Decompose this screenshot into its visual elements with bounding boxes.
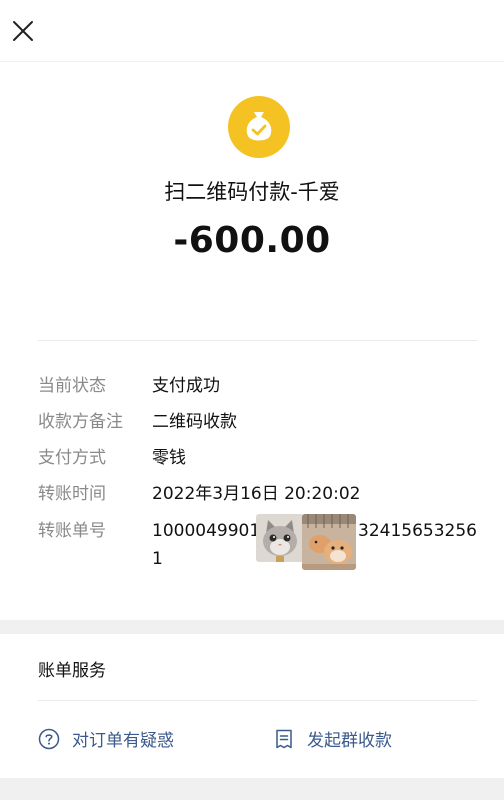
order-number-suffix: 32415653256 [358, 521, 477, 541]
detail-value: 零钱 [152, 448, 186, 468]
dispute-order-link[interactable]: 对订单有疑惑 [38, 726, 174, 751]
detail-label: 当前状态 [38, 376, 106, 396]
divider [38, 340, 478, 341]
detail-row-status: 当前状态 支付成功 [38, 373, 478, 399]
detail-label: 收款方备注 [38, 412, 123, 432]
dispute-order-label: 对订单有疑惑 [72, 731, 174, 751]
payment-amount: -600.00 [173, 220, 331, 261]
group-collection-label: 发起群收款 [307, 731, 392, 751]
money-bag-check-icon [228, 96, 290, 158]
section-separator [0, 778, 504, 800]
section-separator [0, 620, 504, 634]
detail-label: 转账单号 [38, 521, 106, 541]
close-icon [13, 21, 33, 41]
detail-row-order: 转账单号 1000049901 32415653256 1 [38, 514, 478, 578]
detail-value: 二维码收款 [152, 412, 237, 432]
top-bar [0, 0, 504, 62]
detail-row-time: 转账时间 2022年3月16日 20:20:02 [38, 481, 478, 507]
hamster-sticker [302, 514, 356, 570]
detail-row-method: 支付方式 零钱 [38, 445, 478, 471]
cat-sticker [256, 514, 304, 562]
detail-value: 支付成功 [152, 376, 220, 396]
divider [38, 700, 478, 701]
group-collection-link[interactable]: 发起群收款 [273, 726, 392, 751]
receipt-icon [276, 729, 292, 748]
detail-value: 2022年3月16日 20:20:02 [152, 484, 361, 504]
merchant-name: 扫二维码付款-千爱 [164, 180, 340, 204]
bill-service-title: 账单服务 [38, 661, 106, 681]
order-number: 1000049901 32415653256 1 [152, 514, 477, 578]
order-number-tail: 1 [152, 549, 163, 569]
order-number-prefix: 1000049901 [152, 521, 261, 541]
detail-row-note: 收款方备注 二维码收款 [38, 409, 478, 435]
detail-label: 转账时间 [38, 484, 106, 504]
close-button[interactable] [10, 18, 36, 44]
detail-label: 支付方式 [38, 448, 106, 468]
question-circle-icon [38, 728, 60, 749]
